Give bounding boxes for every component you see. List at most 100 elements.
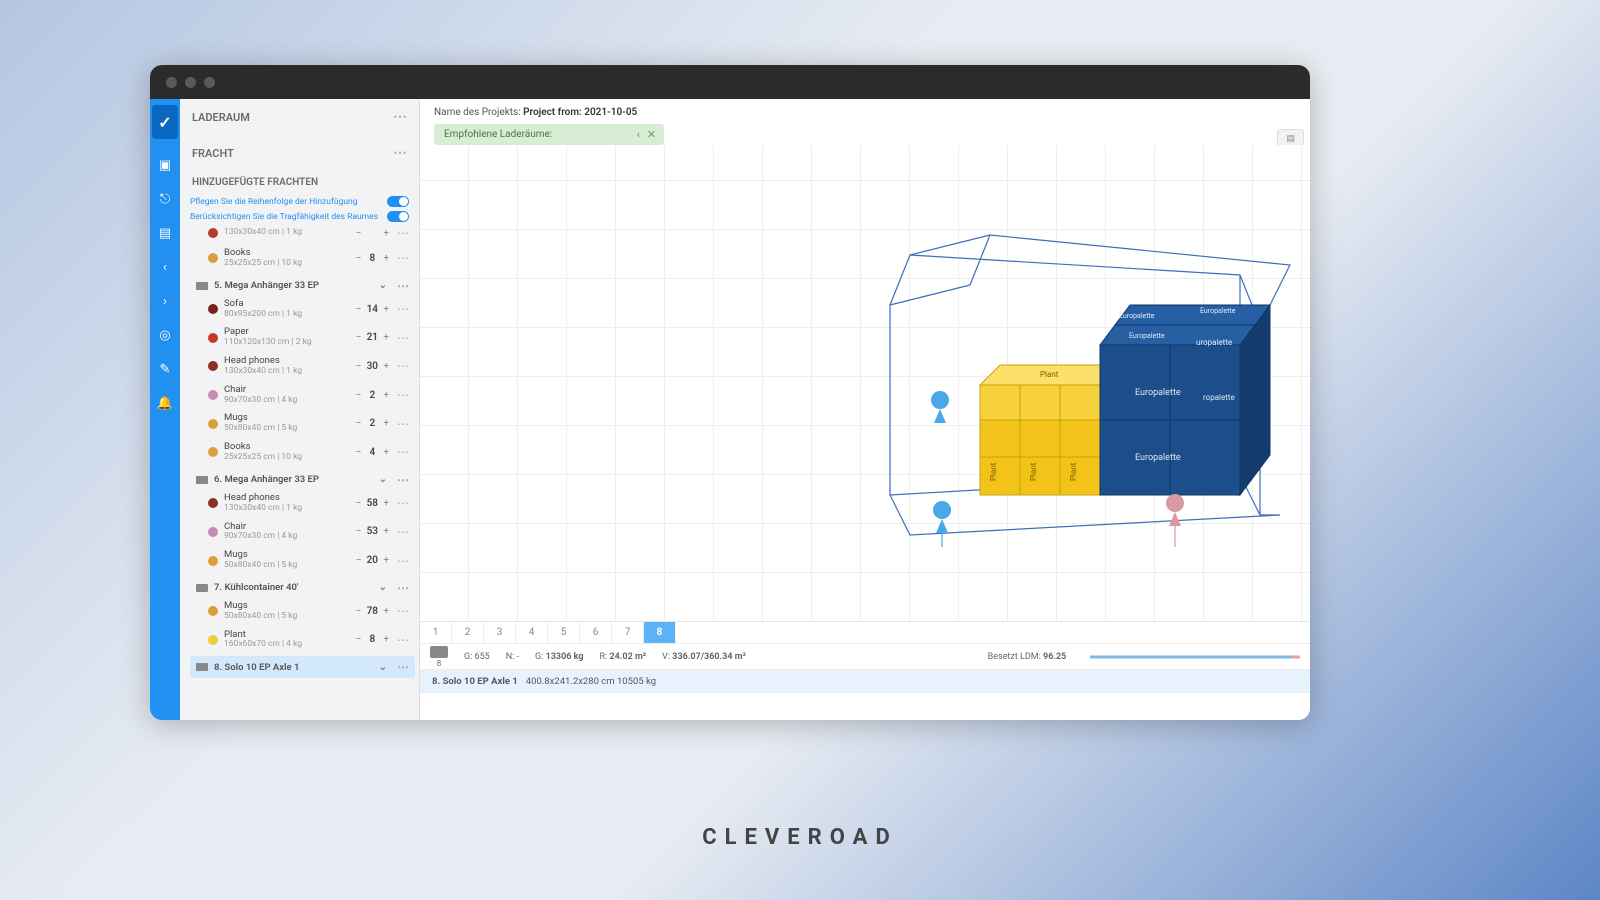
svg-text:uropalette: uropalette xyxy=(1196,338,1232,347)
qty-minus[interactable]: − xyxy=(356,332,362,343)
group-header[interactable]: 5. Mega Anhänger 33 EP ⌄ ⋯ xyxy=(190,275,415,297)
page-tab[interactable]: 6 xyxy=(580,622,612,643)
more-icon[interactable]: ⋯ xyxy=(395,388,411,402)
more-icon[interactable]: ⋯ xyxy=(395,604,411,618)
banner-close-icon[interactable]: ✕ xyxy=(647,128,656,141)
cargo-item[interactable]: Mugs 50x80x40 cm | 5 kg − 78 + ⋯ xyxy=(190,599,415,628)
more-icon[interactable]: ⋯ xyxy=(395,554,411,568)
toggle-capacity-switch[interactable] xyxy=(387,211,409,222)
cargo-item[interactable]: Books 25x25x25 cm | 10 kg − 4 + ⋯ xyxy=(190,440,415,469)
share-icon[interactable]: ⎋ xyxy=(157,191,173,207)
qty-plus[interactable]: + xyxy=(383,526,389,537)
qty-plus[interactable]: + xyxy=(383,498,389,509)
qty-plus[interactable]: + xyxy=(383,332,389,343)
page-tab[interactable]: 4 xyxy=(516,622,548,643)
window-max-dot[interactable] xyxy=(204,77,215,88)
cargo-item[interactable]: 130x30x40 cm | 1 kg − + ⋯ xyxy=(190,224,415,246)
qty-minus[interactable]: − xyxy=(356,555,362,566)
chevron-down-icon[interactable]: ⌄ xyxy=(375,474,391,485)
qty-minus[interactable]: − xyxy=(356,606,362,617)
target-icon[interactable]: ◎ xyxy=(157,327,173,343)
more-icon[interactable]: ⋯ xyxy=(393,109,407,125)
more-icon[interactable]: ⋯ xyxy=(395,359,411,373)
qty-plus[interactable]: + xyxy=(383,253,389,264)
group-title: 8. Solo 10 EP Axle 1 xyxy=(214,662,299,673)
more-icon[interactable]: ⋯ xyxy=(395,445,411,459)
bell-icon[interactable]: 🔔 xyxy=(157,395,173,411)
qty-minus[interactable]: − xyxy=(356,390,362,401)
more-icon[interactable]: ⋯ xyxy=(397,581,409,595)
section-laderaum[interactable]: LADERAUM ⋯ xyxy=(180,99,419,135)
qty-minus[interactable]: − xyxy=(356,526,362,537)
qty-plus[interactable]: + xyxy=(383,606,389,617)
folder-icon[interactable]: ▣ xyxy=(157,157,173,173)
more-icon[interactable]: ⋯ xyxy=(395,251,411,265)
qty-plus[interactable]: + xyxy=(383,228,389,239)
edit-icon[interactable]: ✎ xyxy=(157,361,173,377)
doc-icon[interactable]: ▤ xyxy=(157,225,173,241)
cargo-item[interactable]: Head phones 130x30x40 cm | 1 kg − 58 + ⋯ xyxy=(190,491,415,520)
page-tab[interactable]: 8 xyxy=(644,622,676,643)
cargo-item[interactable]: Mugs 50x80x40 cm | 5 kg − 2 + ⋯ xyxy=(190,411,415,440)
window-min-dot[interactable] xyxy=(185,77,196,88)
cargo-item[interactable]: Head phones 130x30x40 cm | 1 kg − 30 + ⋯ xyxy=(190,354,415,383)
banner-prev-icon[interactable]: ‹ xyxy=(637,128,640,141)
qty-minus[interactable]: − xyxy=(356,228,362,239)
chevron-left-icon[interactable]: ‹ xyxy=(157,259,173,275)
cargo-item[interactable]: Chair 90x70x30 cm | 4 kg − 2 + ⋯ xyxy=(190,383,415,412)
more-icon[interactable]: ⋯ xyxy=(395,525,411,539)
qty-plus[interactable]: + xyxy=(383,361,389,372)
section-fracht[interactable]: FRACHT ⋯ xyxy=(180,135,419,171)
toggle-order-switch[interactable] xyxy=(387,196,409,207)
detail-row[interactable]: 8. Solo 10 EP Axle 1 400.8x241.2x280 cm … xyxy=(420,670,1310,692)
qty-minus[interactable]: − xyxy=(356,447,362,458)
qty-minus[interactable]: − xyxy=(356,304,362,315)
cargo-item[interactable]: Paper 110x120x130 cm | 2 kg − 21 + ⋯ xyxy=(190,325,415,354)
more-icon[interactable]: ⋯ xyxy=(395,417,411,431)
page-tab[interactable]: 5 xyxy=(548,622,580,643)
qty-minus[interactable]: − xyxy=(356,253,362,264)
qty-plus[interactable]: + xyxy=(383,390,389,401)
qty-minus[interactable]: − xyxy=(356,498,362,509)
more-icon[interactable]: ⋯ xyxy=(395,226,411,240)
qty-plus[interactable]: + xyxy=(383,418,389,429)
qty-minus[interactable]: − xyxy=(356,634,362,645)
group-header[interactable]: 8. Solo 10 EP Axle 1 ⌄ ⋯ xyxy=(190,656,415,678)
cargo-item[interactable]: Sofa 80x95x200 cm | 1 kg − 14 + ⋯ xyxy=(190,297,415,326)
more-icon[interactable]: ⋯ xyxy=(397,279,409,293)
cargo-item[interactable]: Books 25x25x25 cm | 10 kg − 8 + ⋯ xyxy=(190,246,415,275)
qty-minus[interactable]: − xyxy=(356,361,362,372)
page-tab[interactable]: 2 xyxy=(452,622,484,643)
page-tab[interactable]: 7 xyxy=(612,622,644,643)
3d-canvas[interactable]: Plant Plant Plant Plant xyxy=(420,145,1310,621)
more-icon[interactable]: ⋯ xyxy=(395,331,411,345)
chevron-down-icon[interactable]: ⌄ xyxy=(375,582,391,593)
cargo-item[interactable]: Chair 90x70x30 cm | 4 kg − 53 + ⋯ xyxy=(190,520,415,549)
cargo-item[interactable]: Plant 160x60x70 cm | 4 kg − 8 + ⋯ xyxy=(190,628,415,657)
cargo-list: 130x30x40 cm | 1 kg − + ⋯ Books 25x25x25… xyxy=(180,224,419,720)
project-name: Name des Projekts: Project from: 2021-10… xyxy=(434,107,664,118)
page-tab[interactable]: 1 xyxy=(420,622,452,643)
window-close-dot[interactable] xyxy=(166,77,177,88)
group-header[interactable]: 6. Mega Anhänger 33 EP ⌄ ⋯ xyxy=(190,469,415,491)
more-icon[interactable]: ⋯ xyxy=(397,473,409,487)
page-tab[interactable]: 3 xyxy=(484,622,516,643)
qty-plus[interactable]: + xyxy=(383,555,389,566)
cargo-item[interactable]: Mugs 50x80x40 cm | 5 kg − 20 + ⋯ xyxy=(190,548,415,577)
qty-plus[interactable]: + xyxy=(383,634,389,645)
group-header[interactable]: 7. Kühlcontainer 40' ⌄ ⋯ xyxy=(190,577,415,599)
more-icon[interactable]: ⋯ xyxy=(393,145,407,161)
chevron-right-icon[interactable]: › xyxy=(157,293,173,309)
item-dims: 50x80x40 cm | 5 kg xyxy=(224,612,350,622)
qty-minus[interactable]: − xyxy=(356,418,362,429)
more-icon[interactable]: ⋯ xyxy=(395,302,411,316)
qty-plus[interactable]: + xyxy=(383,447,389,458)
chevron-down-icon[interactable]: ⌄ xyxy=(375,280,391,291)
more-icon[interactable]: ⋯ xyxy=(397,660,409,674)
more-icon[interactable]: ⋯ xyxy=(395,496,411,510)
chevron-down-icon[interactable]: ⌄ xyxy=(375,662,391,673)
app-logo[interactable]: ✓ xyxy=(152,105,178,139)
qty-plus[interactable]: + xyxy=(383,304,389,315)
color-dot xyxy=(208,390,218,400)
more-icon[interactable]: ⋯ xyxy=(395,633,411,647)
